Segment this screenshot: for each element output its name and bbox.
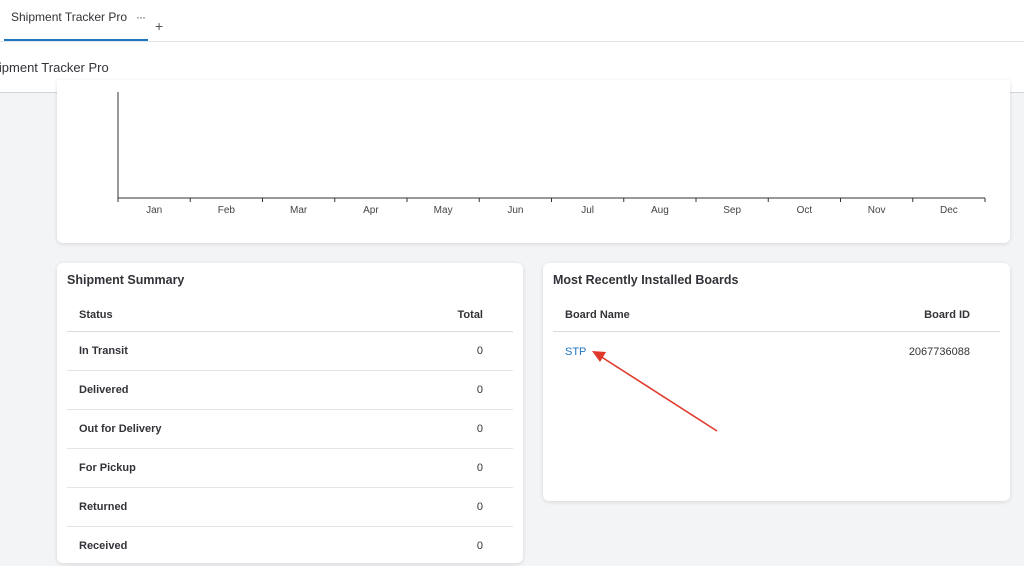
x-tick-label: May bbox=[434, 205, 453, 216]
installed-boards-card: Most Recently Installed Boards Board Nam… bbox=[543, 263, 1010, 501]
total-cell: 0 bbox=[476, 501, 483, 513]
status-cell: Received bbox=[79, 540, 128, 552]
total-column-header: Total bbox=[457, 309, 483, 321]
table-header-row: Board Name Board ID bbox=[553, 299, 1000, 332]
table-row: Delivered 0 bbox=[67, 371, 513, 410]
board-name-link[interactable]: STP bbox=[565, 346, 586, 358]
x-tick-label: Oct bbox=[797, 205, 813, 216]
board-id-cell: 2067736088 bbox=[908, 345, 970, 358]
shipment-summary-table: Status Total In Transit 0 Delivered 0 Ou… bbox=[67, 299, 513, 566]
status-cell: Returned bbox=[79, 501, 128, 513]
tab-more-icon[interactable]: ··· bbox=[136, 10, 146, 24]
table-row: For Pickup 0 bbox=[67, 449, 513, 488]
table-row: Out for Delivery 0 bbox=[67, 410, 513, 449]
x-tick-label: Jun bbox=[507, 205, 523, 216]
x-tick-label: Jul bbox=[581, 205, 594, 216]
x-tick-label: Jan bbox=[146, 205, 162, 216]
add-tab-icon[interactable]: + bbox=[155, 18, 163, 34]
board-name-column-header: Board Name bbox=[565, 309, 630, 321]
status-cell: For Pickup bbox=[79, 462, 136, 474]
page-title: Shipment Tracker Pro bbox=[0, 60, 109, 75]
status-cell: Delivered bbox=[79, 384, 129, 396]
total-cell: 0 bbox=[476, 462, 483, 474]
total-cell: 0 bbox=[476, 540, 483, 552]
x-tick-label: Dec bbox=[940, 205, 958, 216]
shipment-summary-title: Shipment Summary bbox=[67, 273, 185, 287]
tab-bar: Shipment Tracker Pro ··· + bbox=[0, 0, 1024, 42]
installed-boards-table: Board Name Board ID STP 2067736088 bbox=[553, 299, 1000, 371]
status-cell: Out for Delivery bbox=[79, 423, 162, 435]
x-tick-label: Aug bbox=[651, 205, 669, 216]
x-tick-label: Sep bbox=[723, 205, 741, 216]
table-header-row: Status Total bbox=[67, 299, 513, 332]
tab-shipment-tracker[interactable]: Shipment Tracker Pro ··· bbox=[4, 10, 148, 41]
total-cell: 0 bbox=[476, 423, 483, 435]
shipment-summary-card: Shipment Summary Status Total In Transit… bbox=[57, 263, 523, 566]
tab-label: Shipment Tracker Pro bbox=[11, 10, 128, 24]
x-tick-label: Mar bbox=[290, 205, 308, 216]
board-id-column-header: Board ID bbox=[924, 309, 970, 321]
monthly-chart: Jan Feb Mar Apr May Jun Jul Aug Sep Oct Nov Dec bbox=[117, 92, 986, 216]
table-row: Received 0 bbox=[67, 527, 513, 566]
table-row: STP 2067736088 bbox=[553, 332, 1000, 371]
total-cell: 0 bbox=[476, 345, 483, 357]
x-tick-label: Apr bbox=[363, 205, 379, 216]
status-cell: In Transit bbox=[79, 345, 128, 357]
table-row: In Transit 0 bbox=[67, 332, 513, 371]
status-column-header: Status bbox=[79, 309, 113, 321]
total-cell: 0 bbox=[476, 384, 483, 396]
x-tick-label: Nov bbox=[868, 205, 886, 216]
x-tick-label: Feb bbox=[218, 205, 236, 216]
table-row: Returned 0 bbox=[67, 488, 513, 527]
monthly-chart-card: Jan Feb Mar Apr May Jun Jul Aug Sep Oct Nov Dec bbox=[57, 80, 1010, 243]
installed-boards-title: Most Recently Installed Boards bbox=[553, 273, 739, 287]
